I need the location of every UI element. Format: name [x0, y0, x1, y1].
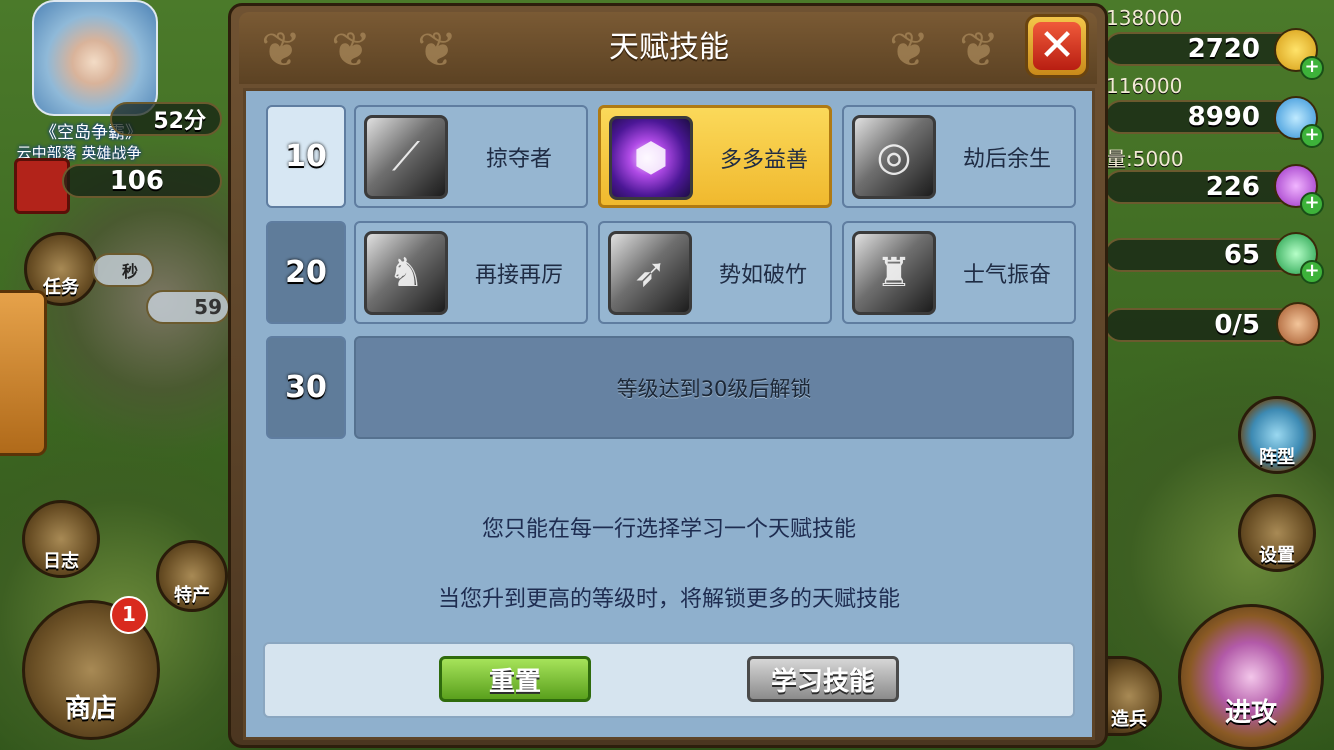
blade-icon: ⟋ — [364, 115, 448, 199]
side-drawer-arrow-icon[interactable] — [0, 290, 47, 456]
skill-survivor[interactable]: ◎ 劫后余生 — [842, 105, 1076, 208]
gold-value: 2720 — [1187, 34, 1260, 64]
specialty-label: 特产 — [174, 585, 210, 606]
add-gold-icon[interactable]: + — [1300, 56, 1324, 80]
log-button[interactable]: 日志 — [22, 500, 100, 578]
knight-helmet-icon: ♜ — [852, 231, 936, 315]
level-10-marker: 10 — [266, 105, 346, 208]
task-timer: 秒 — [92, 253, 154, 287]
shop-label: 商店 — [64, 694, 117, 724]
charge-glyph: ➶ — [633, 250, 667, 296]
winged-warrior-icon: ♞ — [364, 231, 448, 315]
rune-glyph: ⬢ — [633, 135, 669, 181]
close-button[interactable]: ✕ — [1025, 14, 1089, 78]
locked-row: 等级达到30级后解锁 — [354, 336, 1074, 439]
building-counter-value: 59 — [194, 295, 222, 319]
skill-name: 劫后余生 — [962, 147, 1051, 172]
info-one-per-row: 您只能在每一行选择学习一个天赋技能 — [481, 517, 856, 542]
add-purple-gem-icon[interactable]: + — [1300, 192, 1324, 216]
attack-button[interactable]: 进攻 — [1178, 604, 1324, 750]
info-unlock-more: 当您升到更高的等级时，将解锁更多的天赋技能 — [437, 587, 900, 612]
water-capacity: 116000 — [1106, 74, 1183, 98]
purple-rune-stone-icon: ⬢ — [609, 116, 693, 200]
purple-gem-value: 226 — [1205, 172, 1260, 202]
skill-name: 掠夺者 — [485, 147, 552, 172]
specialty-button[interactable]: 特产 — [156, 540, 228, 612]
vortex-glyph: ◎ — [876, 134, 912, 180]
task-label: 任务 — [43, 277, 79, 298]
settings-label: 设置 — [1259, 545, 1295, 566]
dialog-title: 天赋技能 — [609, 30, 729, 65]
winged-glyph: ♞ — [388, 250, 424, 296]
skill-the-more-the-better[interactable]: ⬢ 多多益善 — [598, 105, 832, 208]
settings-button[interactable]: 设置 — [1238, 494, 1316, 572]
vortex-icon: ◎ — [852, 115, 936, 199]
reset-button[interactable]: 重置 — [439, 656, 591, 702]
skill-morale-boost[interactable]: ♜ 士气振奋 — [842, 221, 1076, 324]
player-level-value: 106 — [109, 166, 164, 196]
close-x-icon: ✕ — [1033, 22, 1081, 70]
helmet-glyph: ♜ — [876, 250, 912, 296]
talent-dialog: ❦ ❦ ❦ ❦ ❦ 天赋技能 ✕ 10 ⟋ 掠夺者 ⬢ 多多益善 ◎ 劫后余生 … — [228, 3, 1108, 748]
skill-plunderer[interactable]: ⟋ 掠夺者 — [354, 105, 588, 208]
skill-name: 势如破竹 — [718, 263, 807, 288]
dialog-footer — [263, 642, 1075, 718]
building-counter: 59 — [146, 290, 230, 324]
troop-count: 0/5 — [1214, 310, 1260, 340]
level-30-marker: 30 — [266, 336, 346, 439]
add-green-gem-icon[interactable]: + — [1300, 260, 1324, 284]
skill-name: 士气振奋 — [962, 263, 1051, 288]
skill-name: 再接再厉 — [474, 263, 563, 288]
storage-capacity: 量:5000 — [1106, 147, 1184, 171]
learn-skill-button[interactable]: 学习技能 — [747, 656, 899, 702]
water-value: 8990 — [1187, 102, 1260, 132]
shop-notification-badge: 1 — [110, 596, 148, 634]
gold-capacity: 138000 — [1106, 6, 1183, 30]
recruit-label: 造兵 — [1111, 709, 1147, 730]
attack-label: 进攻 — [1224, 698, 1277, 728]
add-water-icon[interactable]: + — [1300, 124, 1324, 148]
level-20-marker: 20 — [266, 221, 346, 324]
player-level: 106 — [62, 164, 222, 198]
dwarf-troop-icon — [1276, 302, 1320, 346]
formation-button[interactable]: 阵型 — [1238, 396, 1316, 474]
log-label: 日志 — [43, 551, 79, 572]
seconds-label: 秒 — [121, 262, 138, 281]
skill-unstoppable[interactable]: ➶ 势如破竹 — [598, 221, 832, 324]
timer-text: 52分 — [153, 109, 206, 134]
game-logo — [32, 0, 158, 116]
skill-name: 多多益善 — [719, 148, 808, 173]
player-rank-shield-icon — [14, 158, 70, 214]
formation-label: 阵型 — [1259, 447, 1295, 468]
green-gem-value: 65 — [1223, 240, 1260, 270]
skill-keep-it-up[interactable]: ♞ 再接再厉 — [354, 221, 588, 324]
charging-warrior-icon: ➶ — [608, 231, 692, 315]
blade-glyph: ⟋ — [392, 134, 420, 180]
timer-display: 52分 — [110, 102, 222, 136]
